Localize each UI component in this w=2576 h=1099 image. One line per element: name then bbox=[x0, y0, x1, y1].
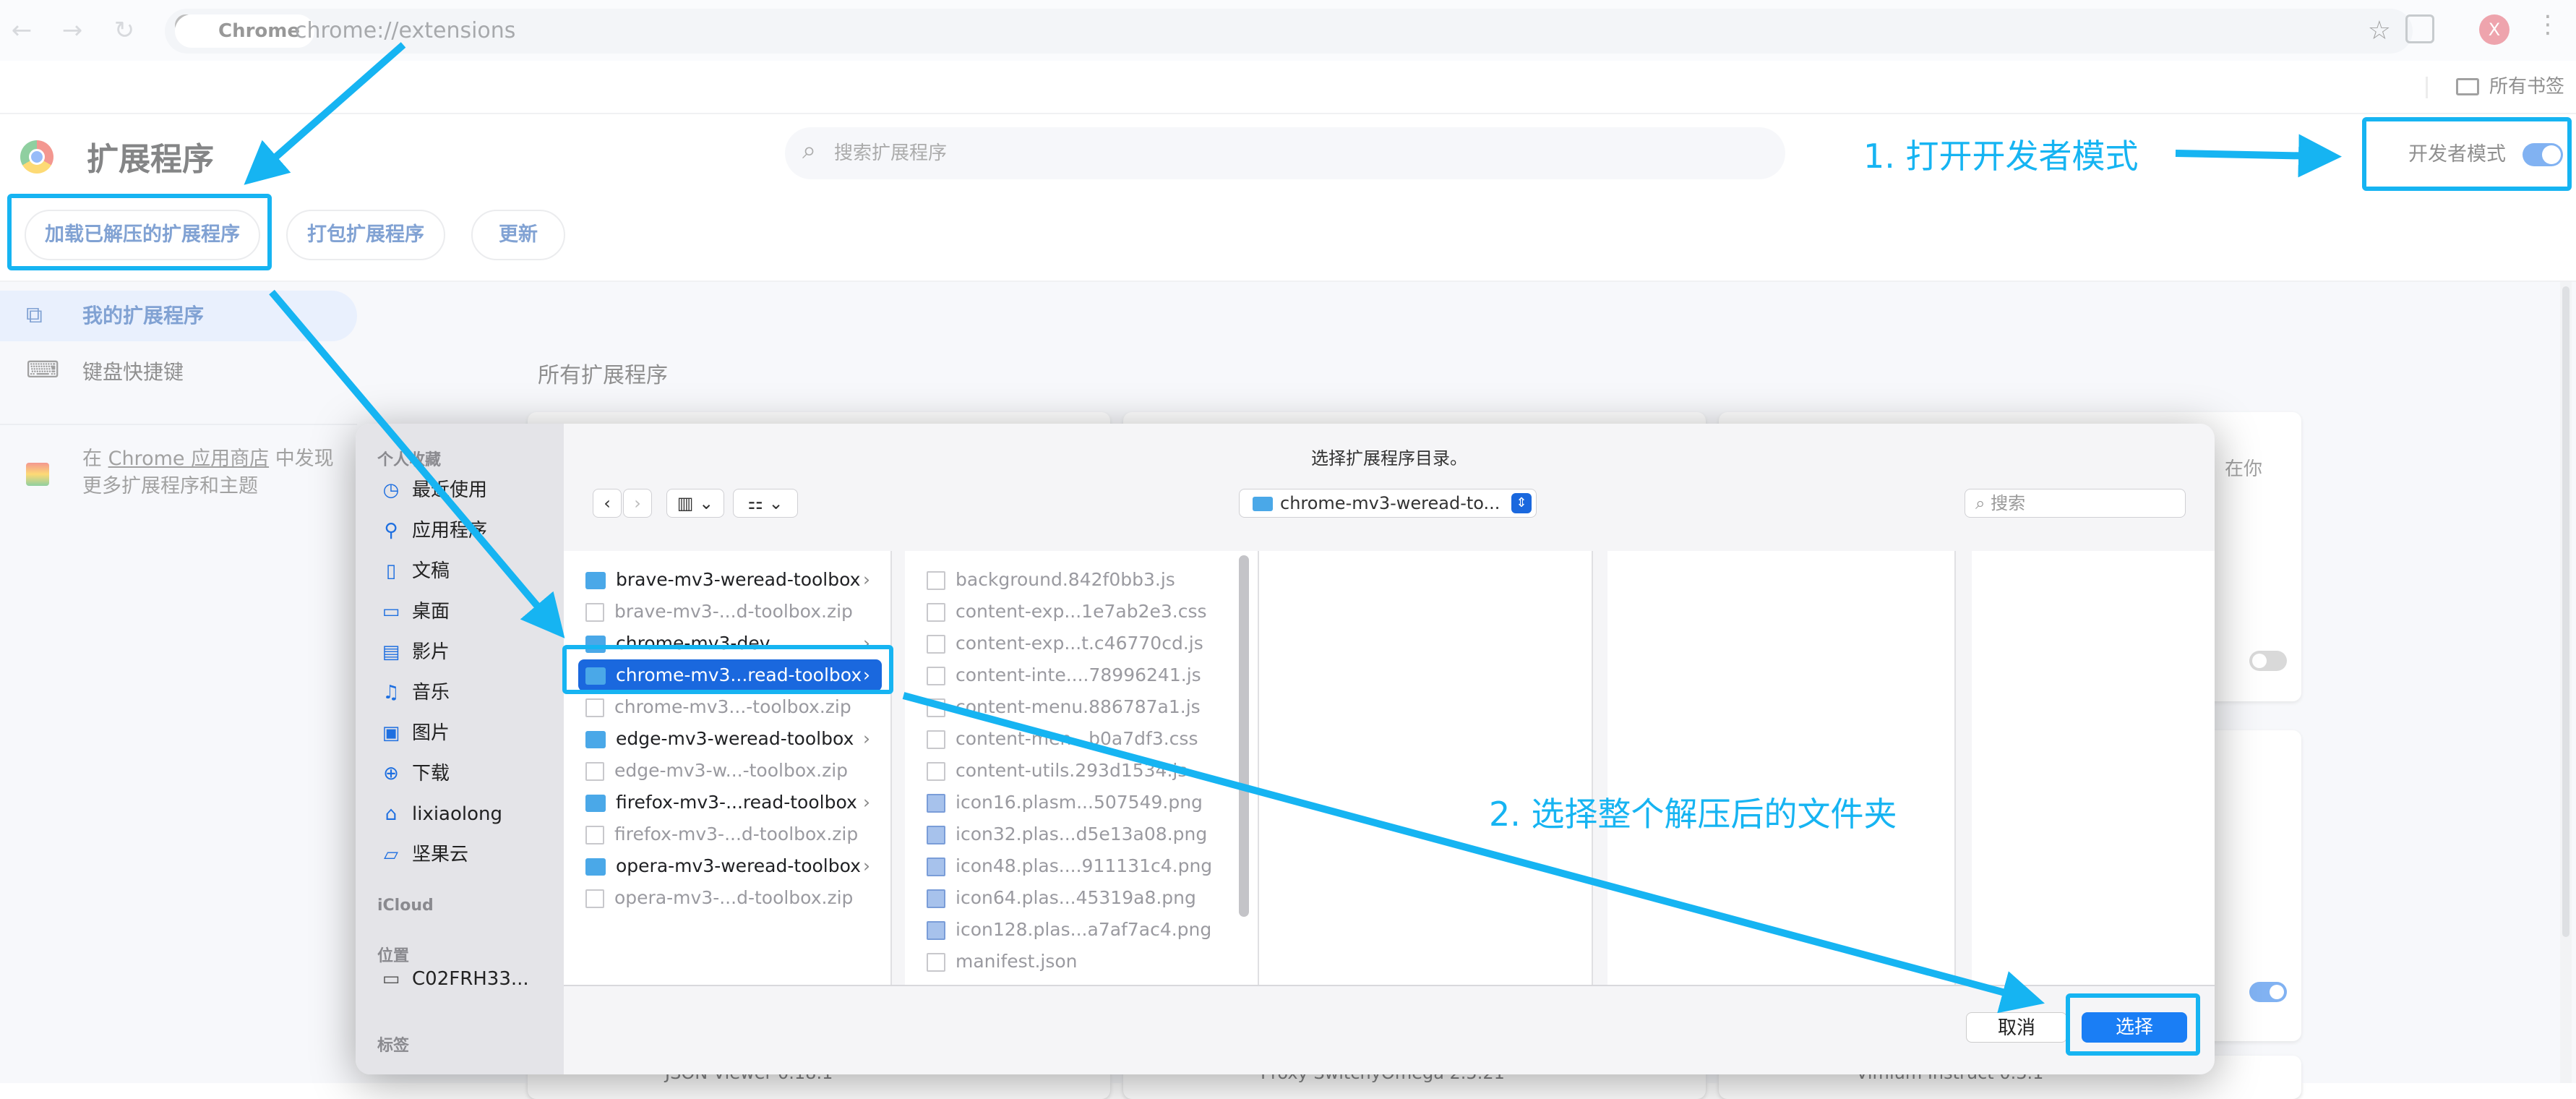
arrow-to-select-button bbox=[902, 692, 2045, 1014]
arrow-to-folder bbox=[269, 289, 565, 638]
arrow-to-load-unpacked bbox=[244, 42, 406, 185]
annotation-arrows bbox=[244, 42, 2342, 1014]
arrow-to-dev-mode bbox=[2175, 134, 2342, 178]
